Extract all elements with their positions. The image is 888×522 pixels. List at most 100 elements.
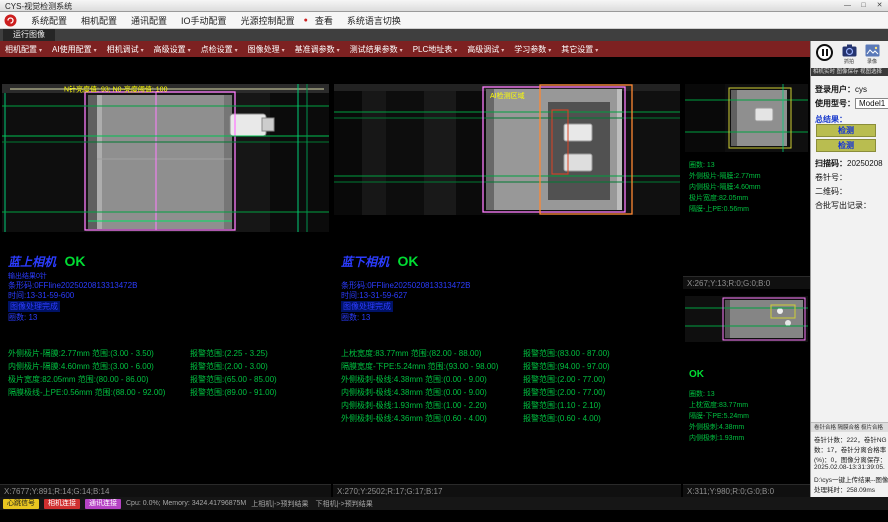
aux-bottom-camera-view[interactable]	[685, 296, 808, 342]
center-camera-result-row: 蓝下相机 OK	[341, 253, 418, 271]
tool-other-settings[interactable]: 其它设置▾	[556, 44, 603, 55]
menu-light-config[interactable]: 光源控制配置	[234, 14, 302, 27]
aux-top-line: 外侧极片-隔膜:2.77mm	[689, 171, 761, 181]
close-button[interactable]: ✕	[873, 1, 886, 10]
left-camera-view[interactable]: N针亮度值: 93; N0-亮度阈值: 100	[2, 84, 329, 232]
center-overlay-text: AI检测区域	[490, 91, 525, 100]
aux-bottom-image-svg	[685, 296, 808, 342]
menu-bar: 系统配置 相机配置 通讯配置 IO手动配置 光源控制配置 ● 查看 系统语言切换	[0, 12, 888, 29]
menu-io-config[interactable]: IO手动配置	[174, 14, 234, 27]
menu-camera-config[interactable]: 相机配置	[74, 14, 124, 27]
tool-baseline-params[interactable]: 基准调参数▾	[290, 44, 345, 55]
minimize-button[interactable]: —	[841, 1, 854, 10]
result-display-top: 检测	[816, 124, 876, 137]
aux-top-camera-view[interactable]	[685, 84, 808, 152]
title-bar: CYS-视觉检测系统 — □ ✕	[0, 0, 888, 12]
tab-row: 运行图像	[0, 29, 888, 41]
center-time: 时间:13-31-59-627	[341, 290, 407, 301]
tool-spot-check[interactable]: 点检设置▾	[196, 44, 243, 55]
measure-row: 外侧极刺-极线:4.38mm 范围:(0.00 - 9.00)报警范围:(2.0…	[341, 374, 605, 385]
camera-prejudge-text: 上相机|->预判结果 下相机|->预判结果	[251, 499, 372, 509]
measure-row: 极片宽度:82.05mm 范围:(80.00 - 86.00)报警范围:(65.…	[8, 374, 277, 385]
aux-top-image-svg	[685, 84, 808, 152]
tool-image-processing[interactable]: 图像处理▾	[243, 44, 290, 55]
chevron-down-icon: ▾	[400, 48, 403, 54]
tool-plc-address[interactable]: PLC地址表▾	[408, 44, 463, 55]
model-label: 使用型号：	[815, 99, 855, 108]
center-camera-name: 蓝下相机	[341, 255, 389, 269]
maximize-button[interactable]: □	[857, 1, 870, 10]
menu-items: 系统配置 相机配置 通讯配置 IO手动配置 光源控制配置 ● 查看 系统语言切换	[24, 12, 408, 28]
measure-row: 内侧极刺-极线:1.93mm 范围:(1.00 - 2.20)报警范围:(1.1…	[341, 400, 601, 411]
menu-comm-config[interactable]: 通讯配置	[124, 14, 174, 27]
chevron-down-icon: ▾	[94, 48, 97, 54]
chevron-down-icon: ▾	[188, 48, 191, 54]
aux-top-line: 圈数: 13	[689, 160, 715, 170]
left-turns: 圈数: 13	[8, 312, 37, 323]
app-window: CYS-视觉检测系统 — □ ✕ 系统配置 相机配置 通讯配置 IO手动配置 光…	[0, 0, 888, 522]
tool-camera-config[interactable]: 相机配置▾	[0, 44, 47, 55]
left-camera-panel: N针亮度值: 93; N0-亮度阈值: 100 蓝上相机 OK 输出结果0针 条…	[0, 57, 331, 497]
tool-ai-config[interactable]: AI使用配置▾	[47, 44, 102, 55]
chevron-down-icon: ▾	[282, 48, 285, 54]
tool-camera-debug[interactable]: 相机调试▾	[102, 44, 149, 55]
app-logo-icon	[4, 14, 17, 27]
stats-line: 数：17，卷针分离合格率	[814, 444, 886, 454]
center-camera-panel: AI检测区域 蓝下相机 OK 条形码:0FFline20250208133134…	[333, 57, 681, 497]
control-button-area: 抓拍 录像	[810, 41, 888, 68]
model-value-box: Model1	[855, 98, 888, 109]
camera-connection-badge: 相机连接	[44, 499, 80, 509]
result-display-bottom: 检测	[816, 139, 876, 152]
tool-learning-params[interactable]: 学习参数▾	[509, 44, 556, 55]
aux-top-line: 内侧极片-隔膜:4.60mm	[689, 182, 761, 192]
heartbeat-badge: 心跳信号	[3, 499, 39, 509]
measure-row: 外侧极片-隔膜:2.77mm 范围:(3.00 - 3.50)报警范围:(2.2…	[8, 348, 268, 359]
chevron-down-icon: ▾	[454, 48, 457, 54]
window-title: CYS-视觉检测系统	[5, 1, 72, 12]
qr-code-label: 二维码：	[815, 186, 847, 197]
aux-bottom-line: 内侧极刺:1.93mm	[689, 433, 744, 443]
stats-line: 处理耗时：258.09ms	[814, 484, 875, 494]
measure-row: 内侧极刺-极线:4.38mm 范围:(0.00 - 9.00)报警范围:(2.0…	[341, 387, 605, 398]
window-controls: — □ ✕	[841, 1, 886, 10]
measure-row: 隔膜宽度-下PE:5.24mm 范围:(93.00 - 98.00)报警范围:(…	[341, 361, 610, 372]
info-panel: 登录用户：cys 使用型号：Model1 总结果： 检测 检测 扫描码：2025…	[810, 76, 888, 497]
menu-system-config[interactable]: 系统配置	[24, 14, 74, 27]
chevron-down-icon: ▾	[595, 48, 598, 54]
center-status: 图像处理完成	[341, 301, 393, 312]
center-camera-view[interactable]: AI检测区域	[334, 84, 680, 215]
login-user-row: 登录用户：cys	[815, 84, 867, 95]
tool-advanced-debug[interactable]: 高级调试▾	[462, 44, 509, 55]
aux-top-line: 极片宽度:82.05mm	[689, 193, 748, 203]
scan-code-value: 20250208	[847, 159, 883, 168]
scan-code-label: 扫描码：	[815, 159, 847, 168]
snapshot-caption: 抓拍	[840, 58, 858, 65]
aux-top-line: 隔膜-上PE:0.56mm	[689, 204, 749, 214]
view-option-strip: 相机实时 图像保存 视图选择	[810, 68, 888, 76]
tool-advanced-settings[interactable]: 高级设置▾	[149, 44, 196, 55]
record-caption: 录像	[863, 58, 881, 65]
comm-connection-badge: 通讯连接	[85, 499, 121, 509]
aux-bottom-line: 隔膜-下PE:5.24mm	[689, 411, 749, 421]
left-camera-ok: OK	[64, 253, 85, 269]
stats-header: 卷针合格 隔膜合格 极片合格	[811, 422, 888, 432]
login-user-label: 登录用户：	[815, 85, 855, 94]
aux-top-pixel-coords: X:267;Y:13;R:0;G:0;B:0	[683, 276, 810, 289]
left-time: 时间:13-31-59-600	[8, 290, 74, 301]
measure-row: 上枕宽度:83.77mm 范围:(82.00 - 88.00)报警范围:(83.…	[341, 348, 610, 359]
center-turns: 圈数: 13	[341, 312, 370, 323]
pause-button[interactable]	[816, 44, 833, 61]
aux-top-camera-panel: 圈数: 13 外侧极片-隔膜:2.77mm 内侧极片-隔膜:4.60mm 极片宽…	[683, 57, 810, 289]
menu-language-switch[interactable]: 系统语言切换	[340, 14, 408, 27]
left-camera-name: 蓝上相机	[8, 255, 56, 269]
tab-run-image[interactable]: 运行图像	[3, 29, 55, 41]
left-overlay-text: N针亮度值: 93; N0-亮度阈值: 100	[64, 85, 168, 94]
menu-view[interactable]: 查看	[308, 14, 340, 27]
chevron-down-icon: ▾	[337, 48, 340, 54]
center-pixel-coords: X:270;Y:2502;R:17;G:17;B:17	[333, 484, 681, 497]
left-pixel-coords: X:7677;Y:891;R:14;G:14;B:14	[0, 484, 331, 497]
aux-bottom-line: 上枕宽度:83.77mm	[689, 400, 748, 410]
tool-test-result-params[interactable]: 测试结果参数▾	[345, 44, 408, 55]
stats-line: 2025.02.08-13:31:39:05.	[814, 464, 885, 471]
cpu-memory-text: Cpu: 0.0%; Memory: 3424.41796875M	[126, 500, 246, 507]
